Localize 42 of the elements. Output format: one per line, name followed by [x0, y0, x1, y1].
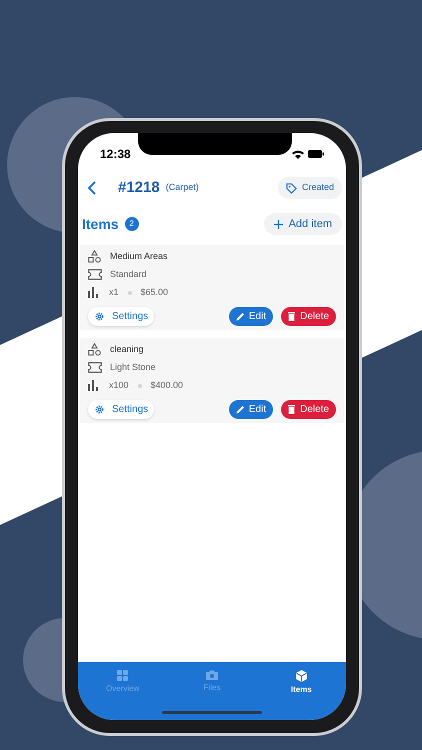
item-quantity: x100 — [109, 378, 129, 392]
bar-chart-icon — [88, 287, 100, 298]
edit-button[interactable]: Edit — [228, 400, 274, 419]
settings-button[interactable]: Settings — [88, 400, 154, 419]
item-price: $65.00 — [140, 286, 168, 299]
order-type: (Carpet) — [166, 181, 199, 194]
shapes-icon — [88, 343, 101, 356]
gear-icon — [94, 311, 105, 322]
add-item-button[interactable]: Add item — [264, 213, 342, 235]
trash-icon — [288, 405, 296, 414]
shapes-icon — [88, 250, 101, 263]
cube-icon — [296, 670, 307, 682]
trash-icon — [288, 312, 296, 321]
settings-button[interactable]: Settings — [88, 307, 154, 326]
camera-icon — [206, 670, 218, 680]
tab-item[interactable]: Items — [256, 670, 346, 696]
tag-icon — [286, 182, 297, 194]
item-price: $400.00 — [150, 378, 184, 392]
battery-icon — [308, 150, 324, 158]
wifi-icon — [292, 150, 304, 158]
item-name: Medium Areas — [110, 250, 168, 263]
bar-chart-icon — [88, 380, 100, 391]
order-number: #1218 — [118, 178, 160, 198]
ticket-icon — [88, 362, 102, 373]
status-time: 12:38 — [100, 146, 131, 163]
grid-icon — [117, 670, 128, 681]
delete-button[interactable]: Delete — [281, 307, 336, 326]
edit-button[interactable]: Edit — [228, 307, 274, 326]
ticket-icon — [88, 269, 102, 280]
delete-button[interactable]: Delete — [281, 400, 336, 419]
back-icon — [88, 181, 96, 195]
item-name: cleaning — [110, 342, 144, 356]
item-quantity: x1 — [109, 286, 119, 299]
status-button[interactable]: Created — [278, 177, 342, 199]
gear-icon — [94, 404, 105, 415]
plus-icon — [274, 220, 283, 228]
pencil-icon — [236, 312, 245, 321]
item-type: Standard — [110, 268, 147, 281]
item-type: Light Stone — [110, 360, 156, 374]
pencil-icon — [236, 405, 245, 414]
count-badge: 2 — [124, 217, 139, 231]
section-title: Items — [82, 214, 119, 234]
